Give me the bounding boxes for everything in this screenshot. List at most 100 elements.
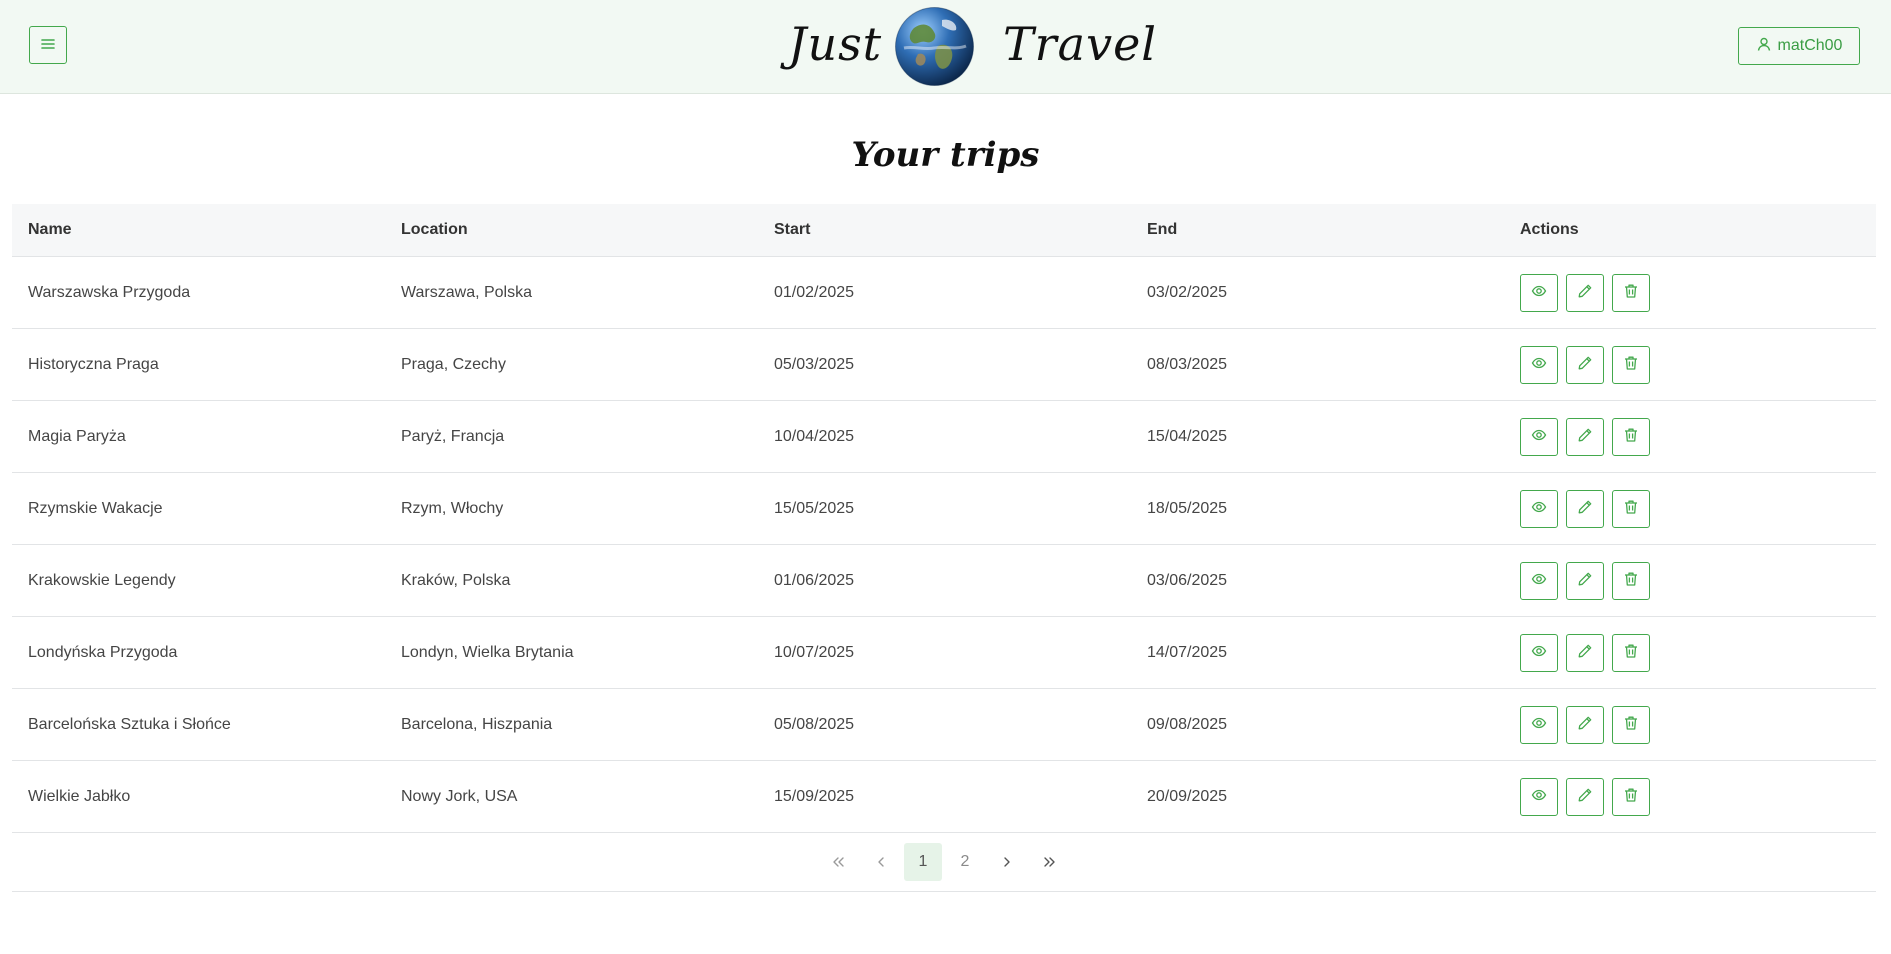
pencil-icon bbox=[1577, 787, 1593, 806]
trip-location-cell: Londyn, Wielka Brytania bbox=[401, 643, 574, 661]
view-trip-button[interactable] bbox=[1520, 777, 1558, 816]
edit-trip-button[interactable] bbox=[1566, 777, 1604, 816]
trip-name-cell: Historyczna Praga bbox=[28, 355, 159, 373]
column-header-actions: Actions bbox=[1520, 221, 1579, 238]
edit-trip-button[interactable] bbox=[1566, 489, 1604, 528]
column-header-end: End bbox=[1147, 221, 1178, 238]
trips-table: Name Location Start End Actions Warszaws… bbox=[12, 204, 1876, 892]
delete-trip-button[interactable] bbox=[1612, 273, 1650, 312]
eye-icon bbox=[1531, 427, 1547, 446]
trip-end-cell: 14/07/2025 bbox=[1147, 643, 1228, 661]
row-actions bbox=[1520, 705, 1650, 744]
brand-logo: Just Travel bbox=[0, 0, 1891, 94]
delete-trip-button[interactable] bbox=[1612, 633, 1650, 672]
trip-start-cell: 15/05/2025 bbox=[774, 499, 855, 517]
trip-location-cell: Kraków, Polska bbox=[401, 571, 511, 589]
trip-location-cell: Warszawa, Polska bbox=[401, 283, 532, 301]
trip-start-cell: 05/03/2025 bbox=[774, 355, 855, 373]
brand-word-travel: Travel bbox=[1003, 17, 1158, 71]
trip-start-cell: 10/07/2025 bbox=[774, 643, 855, 661]
column-header-location: Location bbox=[401, 221, 468, 238]
delete-trip-button[interactable] bbox=[1612, 777, 1650, 816]
trash-icon bbox=[1623, 427, 1639, 446]
delete-trip-button[interactable] bbox=[1612, 705, 1650, 744]
view-trip-button[interactable] bbox=[1520, 417, 1558, 456]
trash-icon bbox=[1623, 499, 1639, 518]
eye-icon bbox=[1531, 787, 1547, 806]
table-row: Barcelońska Sztuka i Słońce Barcelona, Hi… bbox=[12, 689, 1876, 761]
next-page-button[interactable] bbox=[988, 843, 1026, 881]
view-trip-button[interactable] bbox=[1520, 273, 1558, 312]
globe-icon bbox=[894, 6, 975, 87]
table-row: Warszawska Przygoda Warszawa, Polska 01/02… bbox=[12, 257, 1876, 329]
table-row: Magia Paryża Paryż, Francja 10/04/2025 15/0… bbox=[12, 401, 1876, 473]
pagination: 1 2 bbox=[12, 833, 1876, 892]
view-trip-button[interactable] bbox=[1520, 705, 1558, 744]
edit-trip-button[interactable] bbox=[1566, 561, 1604, 600]
page-button-1[interactable]: 1 bbox=[904, 843, 942, 881]
view-trip-button[interactable] bbox=[1520, 561, 1558, 600]
view-trip-button[interactable] bbox=[1520, 345, 1558, 384]
row-actions bbox=[1520, 345, 1650, 384]
trip-location-cell: Nowy Jork, USA bbox=[401, 787, 518, 805]
trip-name-cell: Wielkie Jabłko bbox=[28, 787, 131, 805]
trip-end-cell: 08/03/2025 bbox=[1147, 355, 1228, 373]
trip-name-cell: Krakowskie Legendy bbox=[28, 571, 176, 589]
trip-start-cell: 10/04/2025 bbox=[774, 427, 855, 445]
trash-icon bbox=[1623, 715, 1639, 734]
trash-icon bbox=[1623, 355, 1639, 374]
pencil-icon bbox=[1577, 571, 1593, 590]
eye-icon bbox=[1531, 643, 1547, 662]
trip-start-cell: 05/08/2025 bbox=[774, 715, 855, 733]
trash-icon bbox=[1623, 643, 1639, 662]
pencil-icon bbox=[1577, 499, 1593, 518]
table-row: Krakowskie Legendy Kraków, Polska 01/06/20… bbox=[12, 545, 1876, 617]
brand-word-just: Just bbox=[788, 17, 883, 71]
trip-end-cell: 18/05/2025 bbox=[1147, 499, 1228, 517]
user-icon bbox=[1756, 36, 1772, 57]
eye-icon bbox=[1531, 571, 1547, 590]
eye-icon bbox=[1531, 499, 1547, 518]
delete-trip-button[interactable] bbox=[1612, 489, 1650, 528]
first-page-button[interactable] bbox=[820, 843, 858, 881]
page-button-2[interactable]: 2 bbox=[946, 843, 984, 881]
table-header: Name Location Start End Actions bbox=[12, 204, 1876, 257]
row-actions bbox=[1520, 633, 1650, 672]
double-chevron-left-icon bbox=[831, 856, 847, 868]
row-actions bbox=[1520, 273, 1650, 312]
edit-trip-button[interactable] bbox=[1566, 633, 1604, 672]
edit-trip-button[interactable] bbox=[1566, 417, 1604, 456]
trip-start-cell: 15/09/2025 bbox=[774, 787, 855, 805]
pencil-icon bbox=[1577, 283, 1593, 302]
column-header-name: Name bbox=[28, 221, 72, 238]
table-row: Historyczna Praga Praga, Czechy 05/03/2025… bbox=[12, 329, 1876, 401]
trip-end-cell: 20/09/2025 bbox=[1147, 787, 1228, 805]
trip-location-cell: Praga, Czechy bbox=[401, 355, 506, 373]
trip-end-cell: 09/08/2025 bbox=[1147, 715, 1228, 733]
row-actions bbox=[1520, 417, 1650, 456]
delete-trip-button[interactable] bbox=[1612, 561, 1650, 600]
previous-page-button[interactable] bbox=[862, 843, 900, 881]
trip-end-cell: 15/04/2025 bbox=[1147, 427, 1228, 445]
pencil-icon bbox=[1577, 427, 1593, 446]
edit-trip-button[interactable] bbox=[1566, 705, 1604, 744]
delete-trip-button[interactable] bbox=[1612, 417, 1650, 456]
edit-trip-button[interactable] bbox=[1566, 345, 1604, 384]
column-header-start: Start bbox=[774, 221, 811, 238]
user-account-button[interactable]: matCh00 bbox=[1738, 27, 1860, 65]
top-navbar: Just Travel matCh00 bbox=[0, 0, 1891, 94]
double-chevron-right-icon bbox=[1041, 856, 1057, 868]
pencil-icon bbox=[1577, 355, 1593, 374]
view-trip-button[interactable] bbox=[1520, 633, 1558, 672]
view-trip-button[interactable] bbox=[1520, 489, 1558, 528]
last-page-button[interactable] bbox=[1030, 843, 1068, 881]
trash-icon bbox=[1623, 571, 1639, 590]
row-actions bbox=[1520, 777, 1650, 816]
delete-trip-button[interactable] bbox=[1612, 345, 1650, 384]
trip-location-cell: Rzym, Włochy bbox=[401, 499, 504, 517]
eye-icon bbox=[1531, 283, 1547, 302]
trip-end-cell: 03/06/2025 bbox=[1147, 571, 1228, 589]
trip-name-cell: Londyńska Przygoda bbox=[28, 643, 178, 661]
edit-trip-button[interactable] bbox=[1566, 273, 1604, 312]
eye-icon bbox=[1531, 355, 1547, 374]
